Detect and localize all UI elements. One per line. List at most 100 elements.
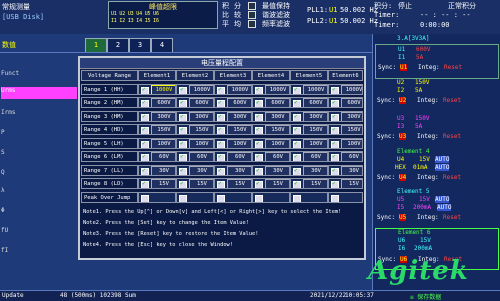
row-label-lambda[interactable]: λ — [1, 187, 5, 194]
range-cell[interactable]: 600V — [252, 97, 290, 108]
range-cell[interactable]: 60V — [176, 151, 214, 162]
range-enable-checkbox[interactable] — [255, 98, 263, 107]
peak-over-jump-checkbox[interactable] — [217, 194, 225, 202]
range-value-field[interactable]: 30V — [265, 165, 289, 175]
range-cell[interactable]: 600V — [176, 97, 214, 108]
row-label-p[interactable]: P — [1, 129, 5, 136]
range-cell[interactable]: 15V — [176, 178, 214, 189]
range-value-field[interactable]: 150V — [227, 125, 251, 134]
range-enable-checkbox[interactable] — [331, 166, 339, 175]
range-value-field[interactable]: 600V — [265, 98, 289, 107]
range-cell[interactable]: 30V — [214, 164, 252, 176]
range-value-field[interactable]: 600V — [227, 98, 251, 107]
range-value-field[interactable]: 1000V — [265, 84, 289, 94]
range-enable-checkbox[interactable] — [179, 179, 187, 188]
range-value-field[interactable]: 600V — [303, 98, 327, 107]
range-cell[interactable]: 60V — [214, 151, 252, 162]
range-value-field[interactable]: 150V — [265, 125, 289, 134]
range-enable-checkbox[interactable] — [179, 152, 187, 161]
range-value-field[interactable]: 60V — [227, 152, 251, 161]
range-enable-checkbox[interactable] — [331, 112, 339, 121]
range-cell[interactable]: 60V — [252, 151, 290, 162]
range-cell[interactable]: 1000V — [252, 83, 290, 95]
range-cell[interactable]: 150V — [290, 124, 328, 135]
range-enable-checkbox[interactable] — [293, 125, 301, 134]
range-cell[interactable]: 100V — [252, 137, 290, 149]
range-value-field[interactable]: 100V — [341, 138, 362, 148]
range-cell[interactable]: 1000V — [290, 83, 328, 95]
range-enable-checkbox[interactable] — [141, 125, 149, 134]
range-value-field[interactable]: 300V — [265, 111, 289, 121]
range-value-field[interactable]: 30V — [227, 165, 251, 175]
row-label-q[interactable]: Q — [1, 169, 5, 176]
range-cell[interactable]: 150V — [252, 124, 290, 135]
range-cell[interactable]: 15V — [252, 178, 290, 189]
range-enable-checkbox[interactable] — [141, 85, 149, 94]
range-value-field[interactable]: 100V — [189, 138, 213, 148]
range-value-field[interactable]: 30V — [341, 165, 362, 175]
range-cell[interactable]: 1000V — [328, 83, 363, 95]
range-value-field[interactable]: 600V — [151, 98, 175, 107]
tab-2[interactable]: 2 — [107, 38, 129, 53]
range-enable-checkbox[interactable] — [179, 139, 187, 148]
range-cell[interactable]: 300V — [328, 110, 363, 122]
average-checkbox[interactable] — [248, 20, 256, 28]
range-value-field[interactable]: 15V — [151, 179, 175, 188]
range-cell[interactable]: 100V — [328, 137, 363, 149]
range-cell[interactable]: 60V — [138, 151, 176, 162]
range-enable-checkbox[interactable] — [255, 152, 263, 161]
peak-over-jump-checkbox[interactable] — [141, 194, 149, 202]
range-enable-checkbox[interactable] — [331, 98, 339, 107]
peak-over-jump-cell[interactable] — [290, 191, 328, 203]
range-cell[interactable]: 600V — [328, 97, 363, 108]
range-cell[interactable]: 30V — [328, 164, 363, 176]
range-enable-checkbox[interactable] — [293, 98, 301, 107]
tab-1[interactable]: 1 — [85, 38, 107, 53]
range-value-field[interactable]: 300V — [189, 111, 213, 121]
range-value-field[interactable]: 15V — [189, 179, 213, 188]
range-cell[interactable]: 150V — [328, 124, 363, 135]
range-enable-checkbox[interactable] — [217, 125, 225, 134]
range-cell[interactable]: 150V — [214, 124, 252, 135]
range-value-field[interactable]: 100V — [151, 138, 175, 148]
range-value-field[interactable]: 1000V — [303, 84, 327, 94]
range-value-field[interactable]: 300V — [151, 111, 175, 121]
range-enable-checkbox[interactable] — [255, 112, 263, 121]
range-enable-checkbox[interactable] — [217, 179, 225, 188]
range-enable-checkbox[interactable] — [217, 139, 225, 148]
tab-3[interactable]: 3 — [129, 38, 151, 53]
range-enable-checkbox[interactable] — [217, 152, 225, 161]
range-value-field[interactable]: 15V — [265, 179, 289, 188]
range-value-field[interactable]: 100V — [227, 138, 251, 148]
range-value-field[interactable]: 15V — [341, 179, 362, 188]
range-enable-checkbox[interactable] — [141, 166, 149, 175]
range-cell[interactable]: 300V — [290, 110, 328, 122]
peak-over-jump-checkbox[interactable] — [255, 194, 263, 202]
peak-over-jump-cell[interactable] — [214, 191, 252, 203]
range-cell[interactable]: 15V — [214, 178, 252, 189]
range-enable-checkbox[interactable] — [293, 112, 301, 121]
peak-over-jump-checkbox[interactable] — [331, 194, 339, 202]
range-cell[interactable]: 15V — [290, 178, 328, 189]
range-value-field[interactable]: 15V — [227, 179, 251, 188]
range-enable-checkbox[interactable] — [179, 166, 187, 175]
range-cell[interactable]: 1000V — [176, 83, 214, 95]
row-label-urms[interactable]: Urms — [1, 87, 77, 99]
range-cell[interactable]: 100V — [138, 137, 176, 149]
range-value-field[interactable]: 100V — [265, 138, 289, 148]
range-cell[interactable]: 600V — [290, 97, 328, 108]
range-enable-checkbox[interactable] — [217, 85, 225, 94]
range-enable-checkbox[interactable] — [217, 112, 225, 121]
row-label-s[interactable]: S — [1, 149, 5, 156]
range-value-field[interactable]: 60V — [341, 152, 362, 161]
range-cell[interactable]: 150V — [138, 124, 176, 135]
range-enable-checkbox[interactable] — [331, 139, 339, 148]
range-cell[interactable]: 300V — [138, 110, 176, 122]
range-cell[interactable]: 600V — [214, 97, 252, 108]
range-value-field[interactable]: 60V — [303, 152, 327, 161]
range-value-field[interactable]: 15V — [303, 179, 327, 188]
row-label-phi[interactable]: Φ — [1, 207, 5, 214]
range-enable-checkbox[interactable] — [255, 179, 263, 188]
range-cell[interactable]: 300V — [176, 110, 214, 122]
tab-4[interactable]: 4 — [151, 38, 173, 53]
